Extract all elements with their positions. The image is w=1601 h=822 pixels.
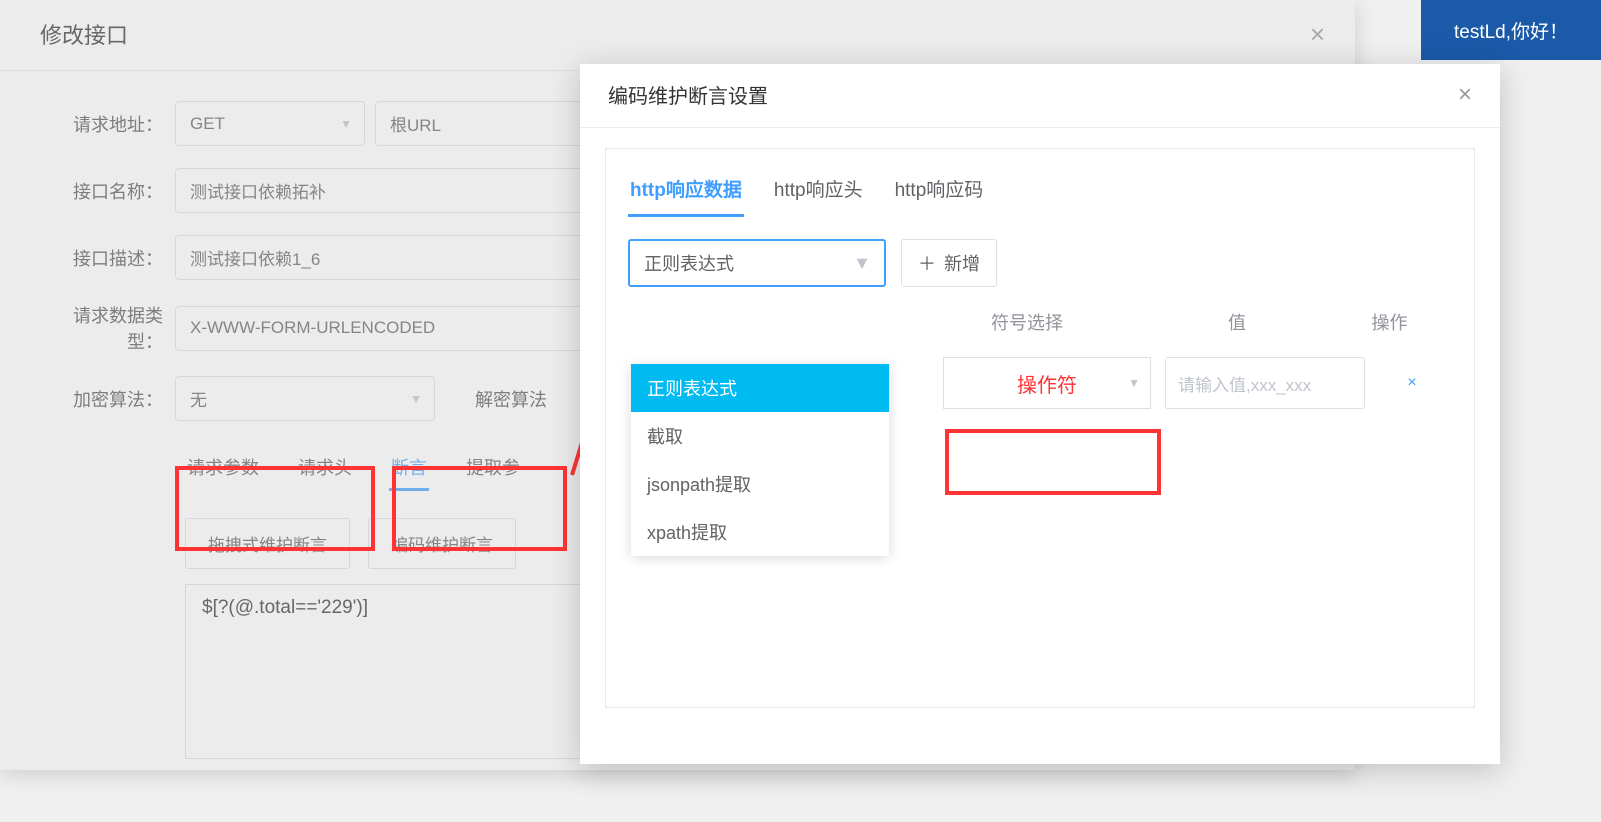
dropdown-item-xpath[interactable]: xpath提取 — [631, 508, 889, 556]
operator-select[interactable]: 操作符 ▼ — [943, 357, 1151, 409]
add-button[interactable]: ＋ 新增 — [901, 239, 997, 287]
chevron-down-icon: ▼ — [853, 253, 871, 274]
dialog-header: 编码维护断言设置 × — [580, 64, 1500, 128]
tab-resp-data[interactable]: http响应数据 — [628, 169, 744, 217]
col-action: 操作 — [1342, 309, 1437, 335]
panel: http响应数据 http响应头 http响应码 正则表达式 ▼ ＋ 新增 正则… — [605, 148, 1475, 708]
tab-resp-code[interactable]: http响应码 — [893, 169, 986, 217]
dialog-body: http响应数据 http响应头 http响应码 正则表达式 ▼ ＋ 新增 正则… — [580, 128, 1500, 728]
delete-icon[interactable]: × — [1387, 374, 1437, 392]
plus-icon: ＋ — [918, 250, 936, 276]
col-value: 值 — [1132, 309, 1342, 335]
controls-row: 正则表达式 ▼ ＋ 新增 — [628, 239, 1452, 287]
tab-resp-headers[interactable]: http响应头 — [772, 169, 865, 217]
annotation-box — [945, 429, 1161, 495]
assert-settings-dialog: 编码维护断言设置 × http响应数据 http响应头 http响应码 正则表达… — [580, 64, 1500, 764]
col-symbol: 符号选择 — [922, 309, 1132, 335]
response-tabs: http响应数据 http响应头 http响应码 — [628, 169, 1452, 217]
extraction-type-select[interactable]: 正则表达式 ▼ — [628, 239, 886, 287]
dialog-title: 编码维护断言设置 — [608, 80, 768, 109]
value-input[interactable]: 请输入值,xxx_xxx — [1165, 357, 1365, 409]
dropdown-item-substr[interactable]: 截取 — [631, 412, 889, 460]
dropdown-item-regex[interactable]: 正则表达式 — [631, 364, 889, 412]
table-header: 符号选择 值 操作 — [628, 309, 1452, 335]
user-greeting: testLd,你好！ — [1421, 0, 1601, 60]
chevron-down-icon: ▼ — [1128, 376, 1140, 390]
close-icon[interactable]: × — [1458, 81, 1472, 109]
dropdown-item-jsonpath[interactable]: jsonpath提取 — [631, 460, 889, 508]
dropdown-menu: 正则表达式 截取 jsonpath提取 xpath提取 — [631, 364, 889, 556]
